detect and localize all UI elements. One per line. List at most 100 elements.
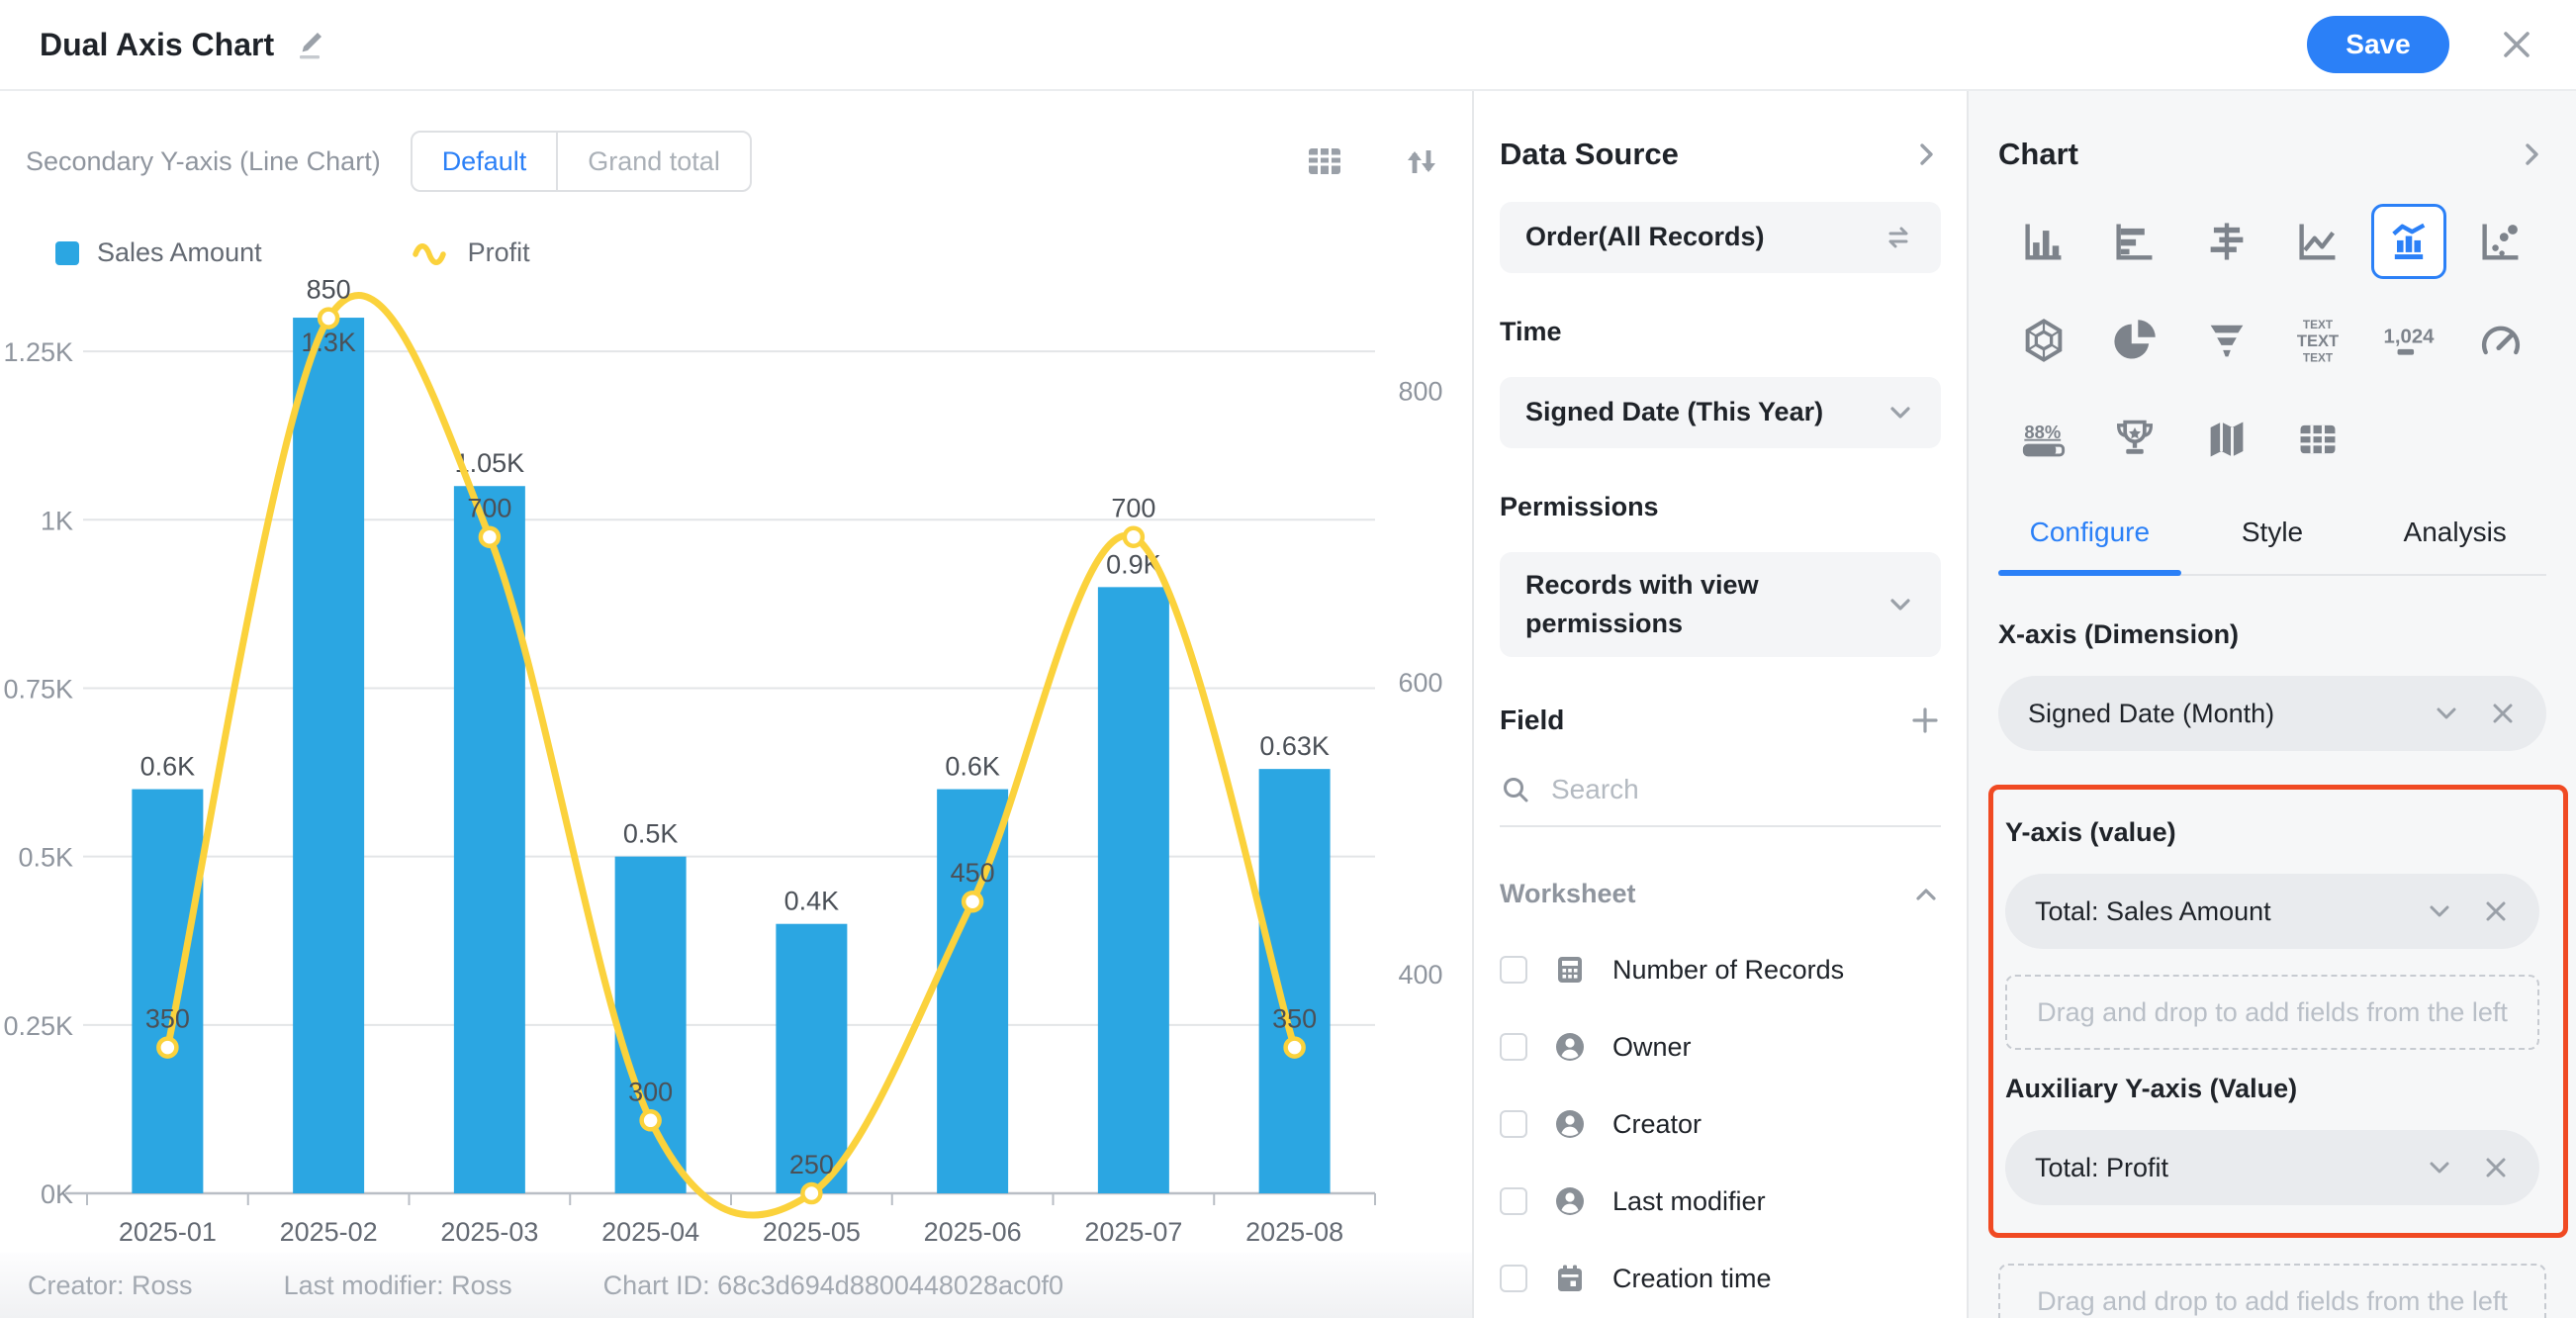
aux-y-axis-field-pill[interactable]: Total: Profit: [2005, 1130, 2539, 1205]
field-name: Last modifier: [1612, 1186, 1766, 1217]
svg-text:0.4K: 0.4K: [784, 887, 840, 916]
field-label: Field: [1500, 705, 1564, 736]
tab-analysis[interactable]: Analysis: [2363, 517, 2546, 574]
x-axis-field-value: Signed Date (Month): [2028, 699, 2274, 729]
chevron-down-icon: [1886, 398, 1915, 427]
save-button[interactable]: Save: [2307, 16, 2449, 73]
search-input[interactable]: [1551, 774, 1941, 805]
permissions-value: Records with view permissions: [1525, 566, 1852, 643]
field-name: Owner: [1612, 1032, 1692, 1063]
svg-text:2025-08: 2025-08: [1245, 1217, 1343, 1247]
svg-text:2025-02: 2025-02: [280, 1217, 378, 1247]
permissions-dropdown[interactable]: Records with view permissions: [1500, 552, 1941, 657]
y-axis-field-pill[interactable]: Total: Sales Amount: [2005, 874, 2539, 949]
records-icon: [1553, 953, 1587, 987]
line-chart-icon[interactable]: [2280, 204, 2355, 279]
svg-text:700: 700: [1111, 494, 1155, 523]
y-axis-dropzone[interactable]: Drag and drop to add fields from the lef…: [2005, 975, 2539, 1050]
collapse-chart-panel-icon[interactable]: [2517, 140, 2546, 169]
checkbox[interactable]: [1500, 1110, 1527, 1138]
svg-text:2025-05: 2025-05: [763, 1217, 861, 1247]
field-search: [1500, 774, 1941, 805]
close-icon[interactable]: [2497, 25, 2536, 64]
top-header: Dual Axis Chart Save: [0, 0, 2576, 91]
svg-text:TEXT: TEXT: [2303, 318, 2334, 331]
aggregation-segmented-control: Default Grand total: [411, 131, 752, 192]
svg-text:2025-03: 2025-03: [440, 1217, 538, 1247]
segment-grand-total[interactable]: Grand total: [556, 133, 750, 190]
chevron-down-icon[interactable]: [2432, 699, 2461, 728]
time-range-dropdown[interactable]: Signed Date (This Year): [1500, 377, 1941, 448]
svg-text:TEXT: TEXT: [2297, 331, 2339, 350]
remove-field-icon[interactable]: [2489, 700, 2517, 727]
svg-text:350: 350: [145, 1004, 190, 1034]
svg-text:2025-04: 2025-04: [601, 1217, 699, 1247]
field-row-creator[interactable]: Creator: [1500, 1107, 1941, 1141]
field-row-creation-time[interactable]: Creation time: [1500, 1262, 1941, 1295]
data-table-icon[interactable]: [1304, 141, 1345, 182]
funnel-chart-icon[interactable]: [2189, 303, 2264, 378]
text-card-icon[interactable]: TEXT TEXT TEXT: [2280, 303, 2355, 378]
chevron-up-icon[interactable]: [1911, 880, 1941, 909]
data-source-table-selector[interactable]: Order(All Records): [1500, 202, 1941, 273]
svg-text:0.6K: 0.6K: [140, 752, 196, 782]
progress-card-icon[interactable]: 88%: [2006, 402, 2081, 477]
svg-text:250: 250: [789, 1150, 834, 1179]
svg-text:1.25K: 1.25K: [3, 337, 73, 367]
svg-text:850: 850: [307, 275, 351, 305]
svg-text:0.5K: 0.5K: [623, 819, 679, 849]
svg-text:350: 350: [1272, 1004, 1317, 1034]
collapse-data-source-icon[interactable]: [1911, 140, 1941, 169]
creator-text: Creator: Ross: [28, 1271, 193, 1301]
field-row-last-modifier[interactable]: Last modifier: [1500, 1184, 1941, 1218]
svg-text:400: 400: [1398, 960, 1442, 989]
trophy-card-icon[interactable]: [2097, 402, 2172, 477]
svg-text:600: 600: [1398, 668, 1442, 698]
pie-chart-icon[interactable]: [2097, 303, 2172, 378]
sort-icon[interactable]: [1401, 141, 1442, 182]
field-row-owner[interactable]: Owner: [1500, 1030, 1941, 1064]
svg-text:2025-06: 2025-06: [924, 1217, 1022, 1247]
remove-field-icon[interactable]: [2482, 1154, 2510, 1181]
chevron-down-icon[interactable]: [2425, 1153, 2454, 1182]
tab-style[interactable]: Style: [2181, 517, 2364, 574]
svg-text:88%: 88%: [2025, 422, 2062, 442]
person-icon: [1553, 1030, 1587, 1064]
x-axis-field-pill[interactable]: Signed Date (Month): [1998, 676, 2546, 751]
checkbox[interactable]: [1500, 1187, 1527, 1215]
y-axis-field-value: Total: Sales Amount: [2035, 896, 2271, 927]
aux-y-axis-dropzone[interactable]: Drag and drop to add fields from the lef…: [1998, 1264, 2546, 1318]
table-chart-icon[interactable]: [2280, 402, 2355, 477]
edit-title-icon[interactable]: [292, 27, 327, 62]
gauge-chart-icon[interactable]: [2463, 303, 2538, 378]
scatter-chart-icon[interactable]: [2463, 204, 2538, 279]
chart-toolbar: Secondary Y-axis (Line Chart) Default Gr…: [26, 131, 1442, 192]
add-field-icon[interactable]: [1909, 705, 1941, 736]
field-row-number-of-records[interactable]: Number of Records: [1500, 953, 1941, 987]
calendar-icon: [1553, 1262, 1587, 1295]
y-axis-section-label: Y-axis (value): [2005, 817, 2539, 848]
bar-chart-icon[interactable]: [2097, 204, 2172, 279]
remove-field-icon[interactable]: [2482, 897, 2510, 925]
data-source-panel: Data Source Order(All Records) Time Sign…: [1474, 91, 1969, 1318]
bidirectional-bar-chart-icon[interactable]: [2189, 204, 2264, 279]
svg-text:0.25K: 0.25K: [3, 1011, 73, 1041]
number-card-icon[interactable]: 1,024: [2371, 303, 2446, 378]
combo-chart-icon[interactable]: [2371, 204, 2446, 279]
search-divider: [1500, 825, 1941, 827]
checkbox[interactable]: [1500, 1265, 1527, 1292]
tab-configure[interactable]: Configure: [1998, 517, 2181, 574]
segment-default[interactable]: Default: [413, 133, 557, 190]
aux-y-axis-field-value: Total: Profit: [2035, 1153, 2168, 1183]
chart-pane: Secondary Y-axis (Line Chart) Default Gr…: [0, 91, 1474, 1318]
checkbox[interactable]: [1500, 956, 1527, 984]
checkbox[interactable]: [1500, 1033, 1527, 1061]
svg-text:700: 700: [467, 494, 511, 523]
map-chart-icon[interactable]: [2189, 402, 2264, 477]
svg-text:1K: 1K: [41, 506, 73, 535]
chevron-down-icon[interactable]: [2425, 896, 2454, 926]
column-chart-icon[interactable]: [2006, 204, 2081, 279]
page-title: Dual Axis Chart: [40, 27, 274, 63]
radar-chart-icon[interactable]: [2006, 303, 2081, 378]
secondary-axis-label: Secondary Y-axis (Line Chart): [26, 146, 381, 177]
